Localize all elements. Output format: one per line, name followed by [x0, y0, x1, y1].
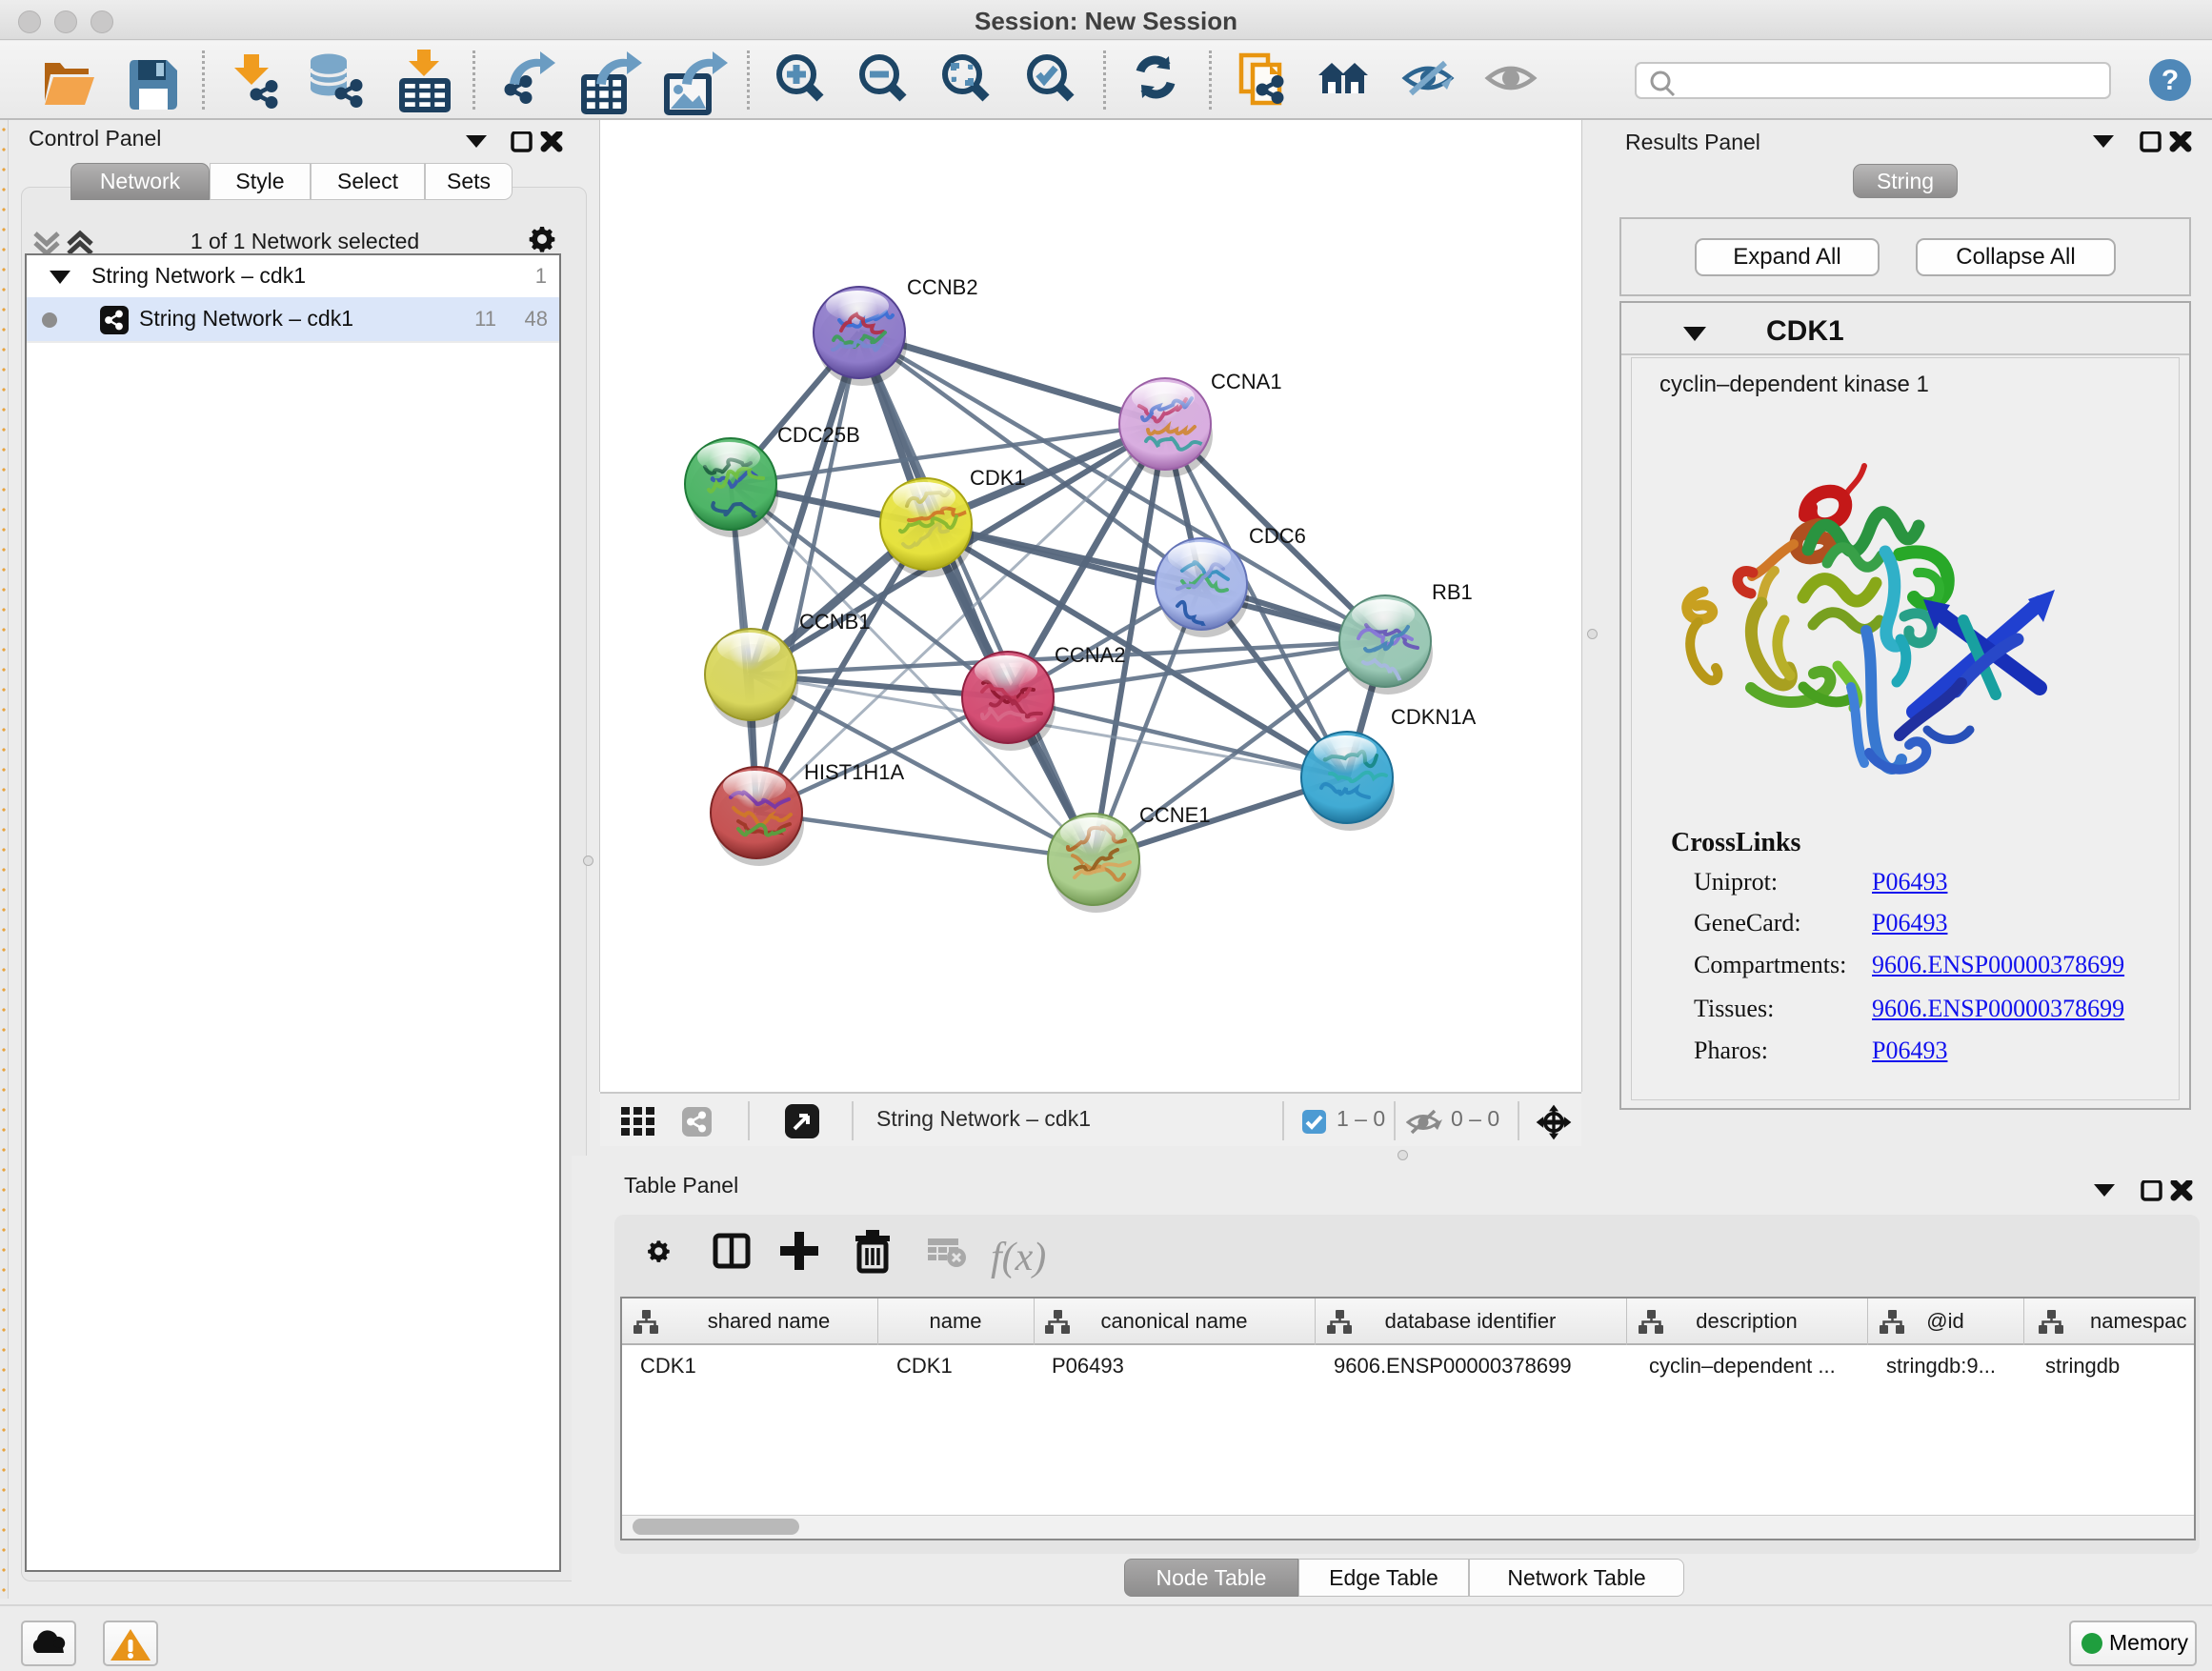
- svg-text:CCNA1: CCNA1: [1211, 370, 1282, 393]
- svg-text:f(x): f(x): [991, 1236, 1046, 1279]
- svg-text:CCNE1: CCNE1: [1139, 803, 1211, 827]
- svg-text:CDK1: CDK1: [970, 466, 1026, 490]
- svg-text:CCNA2: CCNA2: [1055, 643, 1126, 667]
- svg-text:CDC25B: CDC25B: [777, 423, 860, 447]
- svg-text:?: ?: [2162, 65, 2179, 96]
- svg-text:CDC6: CDC6: [1249, 524, 1306, 548]
- svg-text:CCNB2: CCNB2: [907, 275, 978, 299]
- svg-text:CDKN1A: CDKN1A: [1391, 705, 1477, 729]
- svg-text:HIST1H1A: HIST1H1A: [804, 760, 904, 784]
- svg-text:RB1: RB1: [1432, 580, 1473, 604]
- svg-text:CCNB1: CCNB1: [799, 610, 871, 634]
